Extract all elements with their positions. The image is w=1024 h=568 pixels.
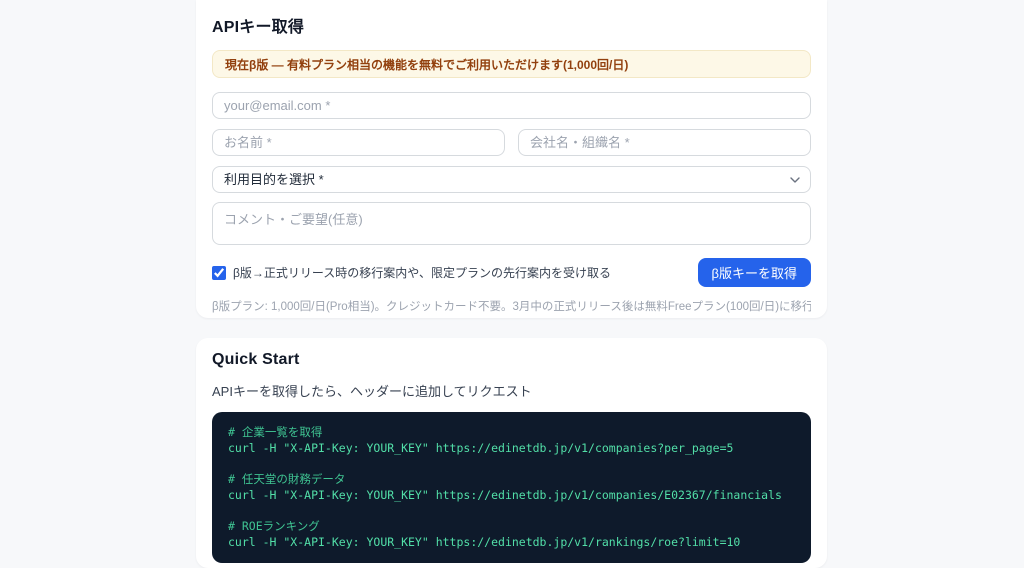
- code-comment: # 企業一覧を取得: [228, 424, 795, 440]
- code-command: curl -H "X-API-Key: YOUR_KEY" https://ed…: [228, 487, 795, 503]
- quick-start-card: Quick Start APIキーを取得したら、ヘッダーに追加してリクエスト #…: [196, 338, 827, 568]
- name-input[interactable]: [212, 129, 505, 156]
- email-input[interactable]: [212, 92, 811, 119]
- code-comment: # ROEランキング: [228, 518, 795, 534]
- code-command: curl -H "X-API-Key: YOUR_KEY" https://ed…: [228, 440, 795, 456]
- purpose-select[interactable]: 利用目的を選択 *: [212, 166, 811, 193]
- company-input[interactable]: [518, 129, 811, 156]
- code-comment: # 任天堂の財務データ: [228, 471, 795, 487]
- get-beta-key-button[interactable]: β版キーを取得: [698, 258, 811, 287]
- beta-banner-text: 現在β版 — 有料プラン相当の機能を無料でご利用いただけます(1,000回/日): [225, 56, 628, 73]
- comment-textarea[interactable]: [212, 202, 811, 245]
- plan-footnote: β版プラン: 1,000回/日(Pro相当)。クレジットカード不要。3月中の正式…: [212, 298, 811, 314]
- consent-row: β版→正式リリース時の移行案内や、限定プランの先行案内を受け取る: [212, 264, 611, 281]
- consent-label: β版→正式リリース時の移行案内や、限定プランの先行案内を受け取る: [233, 264, 611, 281]
- quick-start-title: Quick Start: [212, 338, 811, 369]
- code-snippet: # 企業一覧を取得 curl -H "X-API-Key: YOUR_KEY" …: [228, 424, 795, 456]
- quick-start-subtitle: APIキーを取得したら、ヘッダーに追加してリクエスト: [212, 381, 811, 400]
- api-key-card: APIキー取得 現在β版 — 有料プラン相当の機能を無料でご利用いただけます(1…: [196, 0, 827, 318]
- code-command: curl -H "X-API-Key: YOUR_KEY" https://ed…: [228, 534, 795, 550]
- api-key-title: APIキー取得: [212, 0, 811, 37]
- code-snippet: # ROEランキング curl -H "X-API-Key: YOUR_KEY"…: [228, 518, 795, 550]
- code-snippet: # 任天堂の財務データ curl -H "X-API-Key: YOUR_KEY…: [228, 471, 795, 503]
- consent-checkbox[interactable]: [212, 266, 226, 280]
- code-block: # 企業一覧を取得 curl -H "X-API-Key: YOUR_KEY" …: [212, 412, 811, 563]
- beta-banner: 現在β版 — 有料プラン相当の機能を無料でご利用いただけます(1,000回/日): [212, 50, 811, 78]
